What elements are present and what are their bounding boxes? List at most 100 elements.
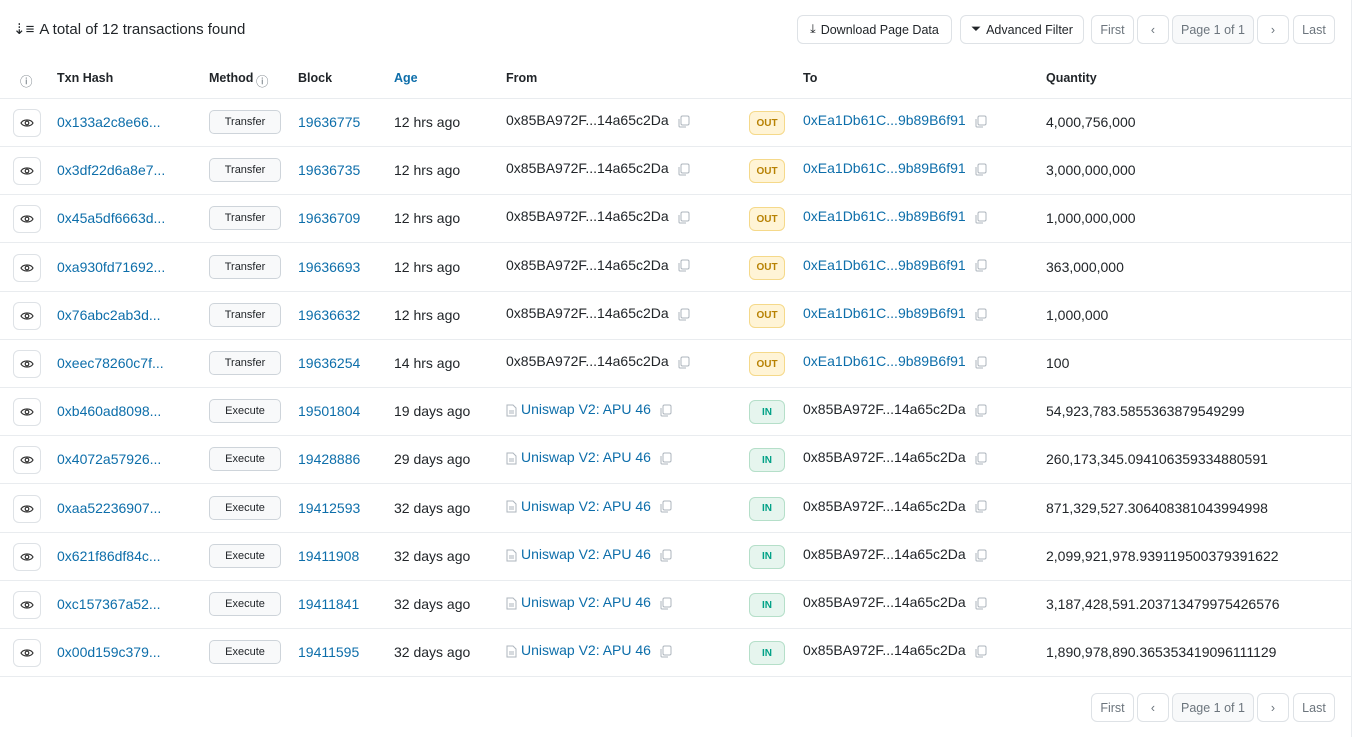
to-address[interactable]: 0xEa1Db61C...9b89B6f91: [803, 305, 966, 321]
to-address[interactable]: 0xEa1Db61C...9b89B6f91: [803, 160, 966, 176]
col-block: Block: [298, 71, 333, 85]
preview-button[interactable]: [13, 639, 41, 668]
copy-icon[interactable]: [974, 308, 987, 321]
txn-hash-link[interactable]: 0x3df22d6a8e7...: [57, 162, 165, 178]
copy-icon[interactable]: [974, 163, 987, 176]
help-icon[interactable]: ⓘ: [20, 71, 33, 90]
to-cell: 0xEa1Db61C...9b89B6f91: [803, 257, 987, 273]
copy-icon[interactable]: [659, 404, 672, 417]
to-address[interactable]: 0xEa1Db61C...9b89B6f91: [803, 257, 966, 273]
txn-hash-link[interactable]: 0xb460ad8098...: [57, 403, 161, 419]
to-address[interactable]: 0xEa1Db61C...9b89B6f91: [803, 353, 966, 369]
txn-hash-link[interactable]: 0x76abc2ab3d...: [57, 307, 161, 323]
txn-hash-link[interactable]: 0x133a2c8e66...: [57, 114, 161, 130]
copy-icon[interactable]: [974, 259, 987, 272]
copy-icon[interactable]: [974, 597, 987, 610]
eye-icon: [20, 649, 34, 657]
block-link[interactable]: 19428886: [298, 451, 360, 467]
to-address[interactable]: 0xEa1Db61C...9b89B6f91: [803, 112, 966, 128]
download-page-data-button[interactable]: ⤓ Download Page Data: [797, 15, 952, 44]
txn-hash-link[interactable]: 0x621f86df84c...: [57, 548, 161, 564]
prev-page-button[interactable]: ‹: [1137, 693, 1169, 722]
preview-button[interactable]: [13, 446, 41, 475]
to-address[interactable]: 0xEa1Db61C...9b89B6f91: [803, 208, 966, 224]
from-address[interactable]: Uniswap V2: APU 46: [521, 546, 651, 562]
block-link[interactable]: 19412593: [298, 500, 360, 516]
preview-button[interactable]: [13, 205, 41, 234]
txn-hash-link[interactable]: 0xc157367a52...: [57, 596, 161, 612]
block-link[interactable]: 19636735: [298, 162, 360, 178]
block-link[interactable]: 19411908: [298, 548, 359, 564]
copy-icon[interactable]: [677, 211, 690, 224]
block-link[interactable]: 19636632: [298, 307, 360, 323]
pagination-bottom: First ‹ Page 1 of 1 › Last: [0, 677, 1352, 737]
advanced-filter-button[interactable]: ⏷ Advanced Filter: [960, 15, 1084, 44]
from-address[interactable]: Uniswap V2: APU 46: [521, 642, 651, 658]
contract-file-icon: [506, 404, 517, 417]
block-link[interactable]: 19636254: [298, 355, 360, 371]
txn-hash-link[interactable]: 0xeec78260c7f...: [57, 355, 164, 371]
copy-icon[interactable]: [974, 500, 987, 513]
copy-icon[interactable]: [974, 211, 987, 224]
copy-icon[interactable]: [659, 549, 672, 562]
copy-icon[interactable]: [659, 645, 672, 658]
next-page-button[interactable]: ›: [1257, 693, 1289, 722]
table-row: 0x45a5df6663d... Transfer 19636709 12 hr…: [0, 195, 1352, 244]
to-cell: 0x85BA972F...14a65c2Da: [803, 594, 987, 610]
copy-icon[interactable]: [677, 163, 690, 176]
from-cell: Uniswap V2: APU 46: [506, 546, 672, 562]
copy-icon[interactable]: [677, 308, 690, 321]
copy-icon[interactable]: [677, 115, 690, 128]
copy-icon[interactable]: [659, 597, 672, 610]
block-link[interactable]: 19411595: [298, 644, 359, 660]
block-link[interactable]: 19636775: [298, 114, 360, 130]
preview-button[interactable]: [13, 350, 41, 378]
next-page-button[interactable]: ›: [1257, 15, 1289, 44]
preview-button[interactable]: [13, 398, 41, 427]
copy-icon[interactable]: [974, 115, 987, 128]
copy-icon[interactable]: [974, 404, 987, 417]
from-address[interactable]: Uniswap V2: APU 46: [521, 449, 651, 465]
preview-button[interactable]: [13, 301, 41, 330]
from-address[interactable]: Uniswap V2: APU 46: [521, 401, 651, 417]
txn-hash-link[interactable]: 0xa930fd71692...: [57, 259, 165, 275]
first-page-button[interactable]: First: [1091, 693, 1134, 722]
copy-icon[interactable]: [974, 356, 987, 369]
method-help-icon[interactable]: ⓘ: [256, 71, 269, 90]
preview-button[interactable]: [13, 591, 41, 619]
block-link[interactable]: 19636709: [298, 210, 360, 226]
to-cell: 0x85BA972F...14a65c2Da: [803, 401, 987, 417]
preview-button[interactable]: [13, 542, 41, 571]
preview-button[interactable]: [13, 157, 41, 186]
from-cell: Uniswap V2: APU 46: [506, 594, 672, 610]
txn-hash-link[interactable]: 0xaa52236907...: [57, 500, 161, 516]
txn-hash-link[interactable]: 0x4072a57926...: [57, 451, 161, 467]
copy-icon[interactable]: [677, 259, 690, 272]
block-link[interactable]: 19501804: [298, 403, 360, 419]
col-age[interactable]: Age: [394, 71, 418, 85]
block-link[interactable]: 19411841: [298, 596, 359, 612]
chevron-left-icon: ‹: [1150, 700, 1156, 715]
first-page-button[interactable]: First: [1091, 15, 1134, 44]
preview-button[interactable]: [13, 253, 41, 282]
copy-icon[interactable]: [974, 452, 987, 465]
copy-icon[interactable]: [974, 549, 987, 562]
copy-icon[interactable]: [659, 452, 672, 465]
col-txn-hash: Txn Hash: [57, 71, 114, 85]
prev-page-button[interactable]: ‹: [1137, 15, 1169, 44]
txn-hash-link[interactable]: 0x00d159c379...: [57, 644, 161, 660]
copy-icon[interactable]: [659, 500, 672, 513]
block-link[interactable]: 19636693: [298, 259, 360, 275]
txn-hash-link[interactable]: 0x45a5df6663d...: [57, 210, 165, 226]
preview-button[interactable]: [13, 109, 41, 137]
copy-icon[interactable]: [974, 645, 987, 658]
contract-file-icon: [506, 645, 517, 658]
copy-icon[interactable]: [677, 356, 690, 369]
from-address[interactable]: Uniswap V2: APU 46: [521, 594, 651, 610]
sort-icon[interactable]: ⇣≡: [13, 20, 34, 38]
from-address[interactable]: Uniswap V2: APU 46: [521, 498, 651, 514]
last-page-button[interactable]: Last: [1293, 15, 1335, 44]
preview-button[interactable]: [13, 494, 41, 523]
last-page-button[interactable]: Last: [1293, 693, 1335, 722]
quantity-text: 871,329,527.306408381043994998: [1046, 499, 1268, 516]
